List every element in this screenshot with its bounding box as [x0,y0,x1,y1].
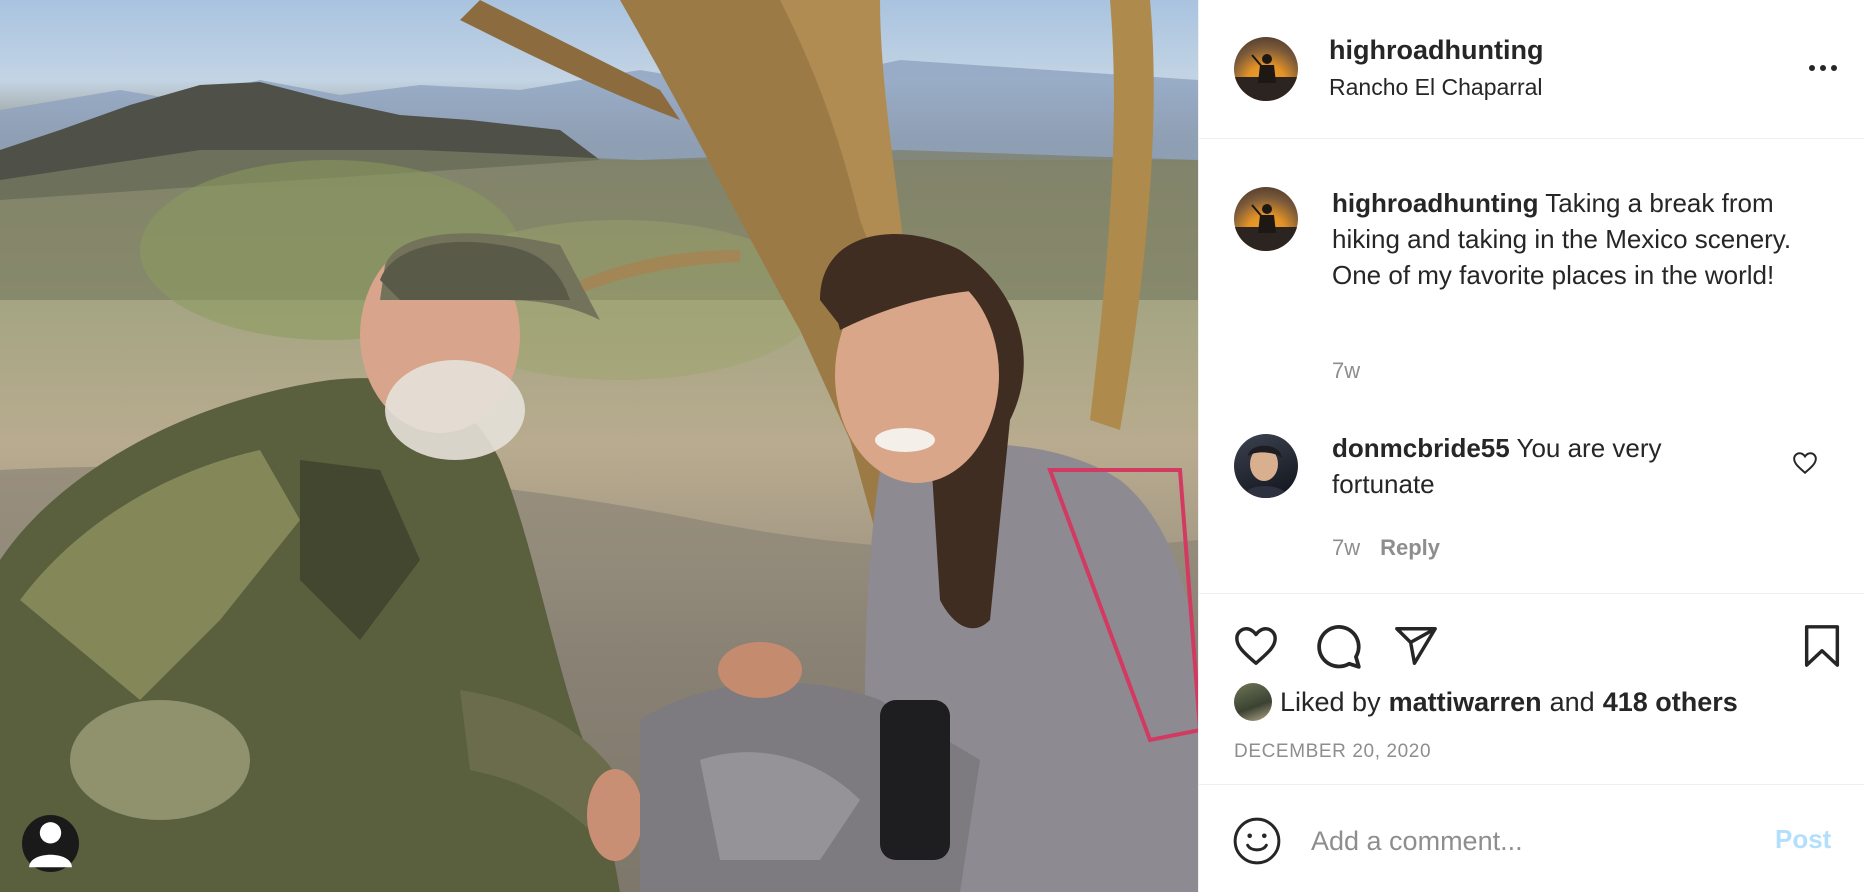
dot [1831,65,1837,71]
liker-avatar[interactable] [1234,683,1272,721]
avatar-silhouette [1234,54,1298,101]
comment-input[interactable] [1311,816,1751,866]
comment-timestamp[interactable]: 7w [1332,535,1360,561]
avatar-silhouette [1234,204,1298,251]
liked-by[interactable]: Liked by mattiwarren and 418 others [1234,683,1738,721]
post-date[interactable]: DECEMBER 20, 2020 [1234,741,1431,763]
post-header: highroadhunting Rancho El Chaparral [1199,0,1864,139]
avatar[interactable] [1234,37,1298,101]
caption-username[interactable]: highroadhunting [1332,188,1539,218]
liked-by-joiner: and [1549,686,1595,717]
user-tag-icon [29,822,72,868]
liked-by-others[interactable]: 418 others [1603,687,1738,718]
more-options-icon[interactable] [1809,58,1849,78]
caption-avatar[interactable] [1234,187,1298,251]
post-button[interactable]: Post [1775,824,1831,855]
heart-icon[interactable] [1229,619,1283,673]
avatar-portrait [1242,445,1290,498]
action-bar: Liked by mattiwarren and 418 others DECE… [1199,593,1864,785]
photo-scene [0,0,1198,892]
post-sidebar: highroadhunting Rancho El Chaparral high… [1198,0,1864,892]
comments-section: highroadhunting Taking a break from hiki… [1199,140,1864,592]
post-photo[interactable] [0,0,1198,892]
comment: donmcbride55 You are very fortunate [1332,430,1752,502]
comment-meta: 7w Reply [1332,535,1440,561]
liked-by-prefix: Liked by [1280,686,1381,717]
comment-username[interactable]: donmcbride55 [1332,433,1510,463]
caption: highroadhunting Taking a break from hiki… [1332,185,1832,293]
share-icon[interactable] [1389,619,1443,673]
caption-timestamp[interactable]: 7w [1332,358,1360,384]
bookmark-icon[interactable] [1795,619,1849,673]
emoji-icon[interactable] [1232,816,1282,866]
add-comment-bar: Post [1199,786,1864,892]
dot [1820,65,1826,71]
user-tag-button[interactable] [22,815,79,872]
liked-by-user[interactable]: mattiwarren [1389,687,1542,718]
comment-avatar[interactable] [1234,434,1298,498]
comment-icon[interactable] [1311,619,1365,673]
reply-button[interactable]: Reply [1380,535,1440,561]
comment-heart-icon[interactable] [1791,450,1819,476]
header-username[interactable]: highroadhunting [1329,35,1543,66]
header-location[interactable]: Rancho El Chaparral [1329,74,1543,101]
dot [1809,65,1815,71]
